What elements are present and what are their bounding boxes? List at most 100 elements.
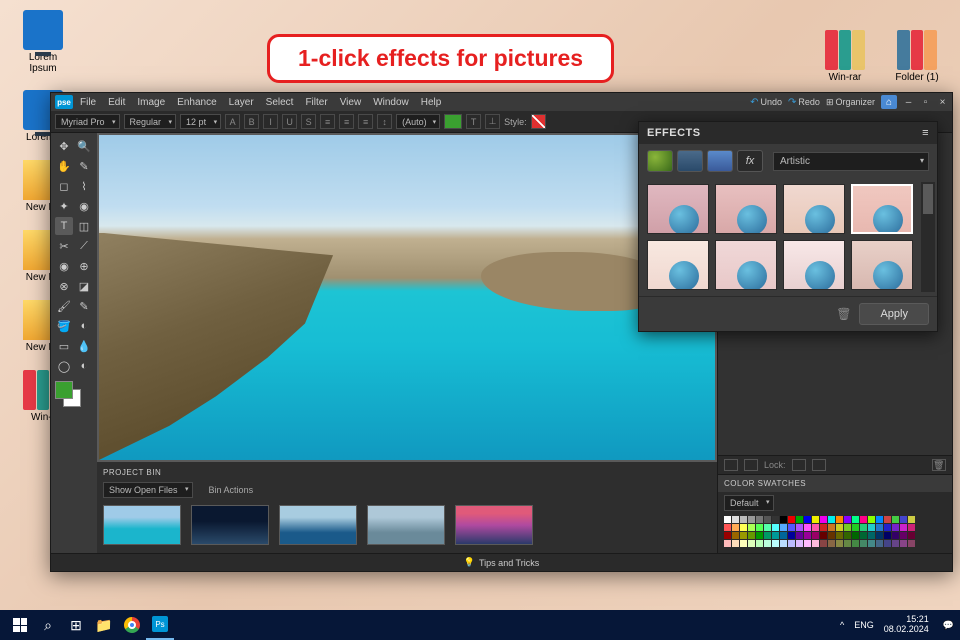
effects-tab-filters[interactable]: [647, 150, 673, 172]
swatch-cell[interactable]: [900, 524, 907, 531]
swatch-cell[interactable]: [772, 532, 779, 539]
menu-image[interactable]: Image: [132, 97, 170, 108]
swatch-cell[interactable]: [852, 540, 859, 547]
swatch-cell[interactable]: [772, 516, 779, 523]
orient-icon[interactable]: ⊥: [485, 114, 500, 129]
swatch-cell[interactable]: [756, 516, 763, 523]
swatch-cell[interactable]: [748, 516, 755, 523]
menu-enhance[interactable]: Enhance: [172, 97, 221, 108]
effect-thumb[interactable]: [851, 240, 913, 290]
tray-chevron-icon[interactable]: ^: [840, 620, 844, 630]
font-size-select[interactable]: 12 pt: [180, 114, 221, 129]
undo-button[interactable]: ↶Undo: [750, 97, 782, 108]
organizer-button[interactable]: ⊞Organizer: [826, 97, 875, 108]
bin-thumb[interactable]: [455, 505, 533, 545]
swatch-cell[interactable]: [780, 524, 787, 531]
swatch-cell[interactable]: [748, 532, 755, 539]
strike-icon[interactable]: S: [301, 114, 316, 129]
swatch-cell[interactable]: [796, 532, 803, 539]
healing-tool-icon[interactable]: ⊕: [75, 257, 93, 275]
wand-tool-icon[interactable]: ✦: [55, 197, 73, 215]
desktop-icon-winrar[interactable]: Win-rar: [820, 30, 870, 83]
swatch-cell[interactable]: [844, 516, 851, 523]
effect-thumb[interactable]: [647, 240, 709, 290]
swatch-cell[interactable]: [820, 540, 827, 547]
cookie-tool-icon[interactable]: ✂: [55, 237, 73, 255]
swatch-cell[interactable]: [788, 516, 795, 523]
swatch-cell[interactable]: [836, 532, 843, 539]
swatch-cell[interactable]: [764, 540, 771, 547]
chrome-icon[interactable]: [118, 610, 146, 640]
bin-thumb[interactable]: [191, 505, 269, 545]
effect-thumb[interactable]: [647, 184, 709, 234]
swatch-cell[interactable]: [740, 516, 747, 523]
swatch-cell[interactable]: [788, 540, 795, 547]
tray-language[interactable]: ENG: [854, 620, 874, 630]
straighten-tool-icon[interactable]: ⟋: [75, 237, 93, 255]
swatch-cell[interactable]: [908, 524, 915, 531]
swatch-cell[interactable]: [844, 540, 851, 547]
menu-filter[interactable]: Filter: [300, 97, 332, 108]
swatch-cell[interactable]: [836, 540, 843, 547]
delete-effect-icon[interactable]: 🗑: [836, 307, 851, 321]
swatch-cell[interactable]: [852, 524, 859, 531]
swatch-cell[interactable]: [740, 524, 747, 531]
swatch-cell[interactable]: [804, 516, 811, 523]
swatch-cell[interactable]: [748, 540, 755, 547]
bin-thumb[interactable]: [367, 505, 445, 545]
swatch-cell[interactable]: [876, 532, 883, 539]
swatch-cell[interactable]: [812, 524, 819, 531]
align-right-icon[interactable]: ≡: [358, 114, 373, 129]
bold-icon[interactable]: B: [244, 114, 259, 129]
menu-file[interactable]: File: [75, 97, 101, 108]
swatch-cell[interactable]: [884, 516, 891, 523]
menu-select[interactable]: Select: [261, 97, 299, 108]
swatches-grid[interactable]: [718, 514, 952, 553]
clone-tool-icon[interactable]: ⊗: [55, 277, 73, 295]
quick-select-tool-icon[interactable]: ◉: [75, 197, 93, 215]
swatch-cell[interactable]: [764, 516, 771, 523]
home-icon[interactable]: ⌂: [881, 95, 897, 109]
swatch-cell[interactable]: [732, 524, 739, 531]
bin-thumb[interactable]: [103, 505, 181, 545]
brush-tool-icon[interactable]: 🖌: [55, 297, 73, 315]
bin-thumb[interactable]: [279, 505, 357, 545]
swatch-cell[interactable]: [724, 516, 731, 523]
swatch-cell[interactable]: [724, 540, 731, 547]
swatch-cell[interactable]: [876, 516, 883, 523]
tips-link[interactable]: Tips and Tricks: [479, 558, 539, 568]
swatch-cell[interactable]: [860, 516, 867, 523]
swatch-cell[interactable]: [828, 532, 835, 539]
show-open-files-select[interactable]: Show Open Files: [103, 482, 193, 498]
swatch-cell[interactable]: [796, 524, 803, 531]
desktop-icon-pc[interactable]: Lorem Ipsum: [18, 10, 68, 74]
swatch-cell[interactable]: [732, 516, 739, 523]
photoshop-taskbar-icon[interactable]: Ps: [146, 610, 174, 640]
swatch-cell[interactable]: [852, 516, 859, 523]
text-color-swatch[interactable]: [444, 114, 462, 129]
swatch-cell[interactable]: [796, 540, 803, 547]
swatch-cell[interactable]: [892, 516, 899, 523]
effects-tab-photo[interactable]: [707, 150, 733, 172]
leading-icon[interactable]: ↕: [377, 114, 392, 129]
swatch-cell[interactable]: [780, 516, 787, 523]
swatch-cell[interactable]: [780, 532, 787, 539]
smart-brush-tool-icon[interactable]: ✎: [75, 297, 93, 315]
leading-select[interactable]: (Auto): [396, 114, 440, 129]
close-icon[interactable]: ×: [937, 97, 948, 108]
swatch-cell[interactable]: [772, 524, 779, 531]
swatch-cell[interactable]: [724, 532, 731, 539]
swatch-cell[interactable]: [804, 524, 811, 531]
swatch-cell[interactable]: [764, 532, 771, 539]
swatch-cell[interactable]: [900, 532, 907, 539]
swatch-cell[interactable]: [804, 540, 811, 547]
swatch-cell[interactable]: [748, 524, 755, 531]
swatch-cell[interactable]: [756, 540, 763, 547]
blur-tool-icon[interactable]: 💧: [75, 337, 93, 355]
apply-button[interactable]: Apply: [859, 303, 929, 325]
swatch-cell[interactable]: [812, 532, 819, 539]
bucket-tool-icon[interactable]: 🪣: [55, 317, 73, 335]
swatch-cell[interactable]: [908, 516, 915, 523]
swatch-cell[interactable]: [756, 532, 763, 539]
tray-clock[interactable]: 15:21 08.02.2024: [884, 615, 933, 635]
